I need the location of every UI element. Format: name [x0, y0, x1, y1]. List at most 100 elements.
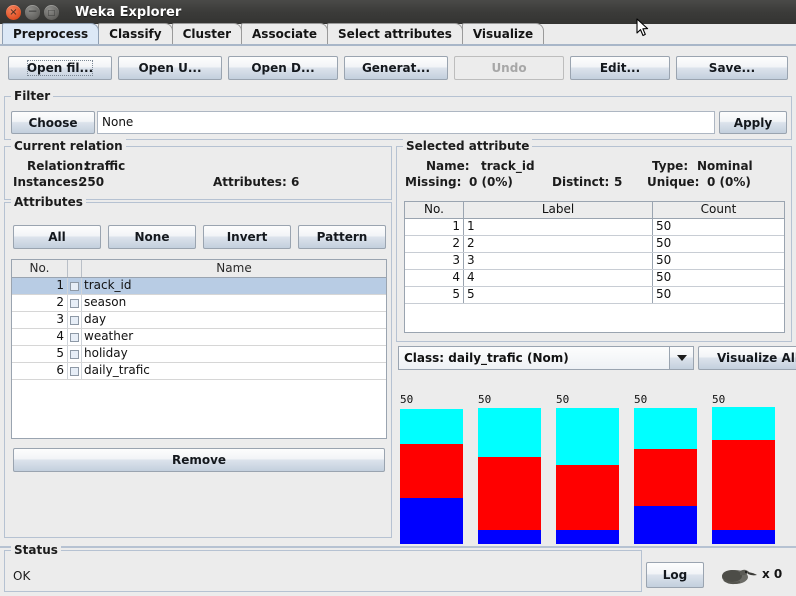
row-checkbox[interactable]	[68, 312, 82, 328]
generate-button[interactable]: Generat...	[344, 56, 448, 80]
status-legend: Status	[11, 543, 61, 557]
weka-bird-count: x 0	[762, 567, 783, 581]
tab-label: Visualize	[472, 27, 534, 41]
histogram-bar[interactable]: 50	[400, 394, 463, 544]
row-checkbox[interactable]	[68, 295, 82, 311]
instances-value: 250	[79, 175, 105, 189]
window-minimize-button[interactable]: −	[25, 3, 40, 20]
histogram-segment-class-cyan	[400, 409, 463, 444]
attribute-unique-value: 0 (0%)	[707, 175, 751, 189]
checkbox-icon	[70, 315, 79, 325]
row-number: 2	[405, 236, 464, 252]
table-row[interactable]: 1 1 50	[405, 219, 784, 236]
minimize-icon: −	[27, 3, 38, 18]
tab-classify[interactable]: Classify	[98, 23, 173, 44]
histogram-segment-class-blue	[556, 530, 619, 544]
row-attribute-name: season	[84, 295, 127, 309]
table-row[interactable]: 3 3 50	[405, 253, 784, 270]
status-text: OK	[13, 569, 31, 583]
visualize-all-button[interactable]: Visualize All	[698, 346, 796, 370]
row-label: 2	[464, 236, 653, 252]
window-close-button[interactable]: ×	[6, 4, 21, 20]
attributes-count-value: 6	[291, 175, 300, 189]
checkbox-icon	[70, 332, 79, 342]
histogram-bar[interactable]: 50	[634, 394, 697, 544]
selected-attribute-panel: Selected attribute Name: track_id Type: …	[396, 139, 792, 342]
table-row[interactable]: 4 weather	[12, 329, 386, 346]
mouse-cursor	[636, 18, 649, 37]
tab-cluster[interactable]: Cluster	[171, 23, 243, 44]
table-row[interactable]: 5 5 50	[405, 287, 784, 304]
row-count: 50	[656, 236, 672, 250]
attributes-panel: Attributes All None Invert Pattern No. N…	[4, 195, 392, 538]
edit-button[interactable]: Edit...	[570, 56, 670, 80]
button-label: Edit...	[599, 61, 641, 75]
row-checkbox[interactable]	[68, 278, 82, 294]
button-label: Remove	[171, 453, 227, 467]
filter-value-field[interactable]: None	[97, 111, 715, 134]
histogram-bar[interactable]: 50	[712, 394, 775, 544]
attribute-distinct-value: 5	[614, 175, 623, 189]
open-url-button[interactable]: Open U...	[118, 56, 222, 80]
save-button[interactable]: Save...	[676, 56, 788, 80]
select-invert-button[interactable]: Invert	[203, 225, 291, 249]
tab-visualize[interactable]: Visualize	[461, 23, 545, 44]
button-label: Log	[662, 568, 688, 582]
tab-label: Select attributes	[338, 27, 452, 41]
tab-associate[interactable]: Associate	[241, 23, 329, 44]
row-checkbox[interactable]	[68, 346, 82, 362]
class-combobox[interactable]: Class: daily_trafic (Nom)	[398, 346, 670, 370]
button-label: None	[134, 230, 170, 244]
tab-preprocess[interactable]: Preprocess	[2, 23, 100, 44]
row-number: 3	[405, 253, 464, 269]
histogram-bar[interactable]: 50	[478, 394, 541, 544]
filter-choose-button[interactable]: Choose	[11, 111, 95, 134]
button-label: Open fil...	[26, 61, 94, 75]
checkbox-icon	[70, 366, 79, 376]
filter-panel: Filter Choose None Apply	[4, 89, 792, 140]
relation-label: Relation:	[27, 159, 89, 173]
status-separator	[0, 546, 796, 548]
row-count: 50	[656, 219, 672, 233]
checkbox-icon	[70, 281, 79, 291]
row-attribute-name: holiday	[84, 346, 128, 360]
select-all-button[interactable]: All	[13, 225, 101, 249]
undo-button: Undo	[454, 56, 564, 80]
open-db-button[interactable]: Open D...	[228, 56, 338, 80]
tab-label: Preprocess	[13, 27, 89, 41]
row-checkbox[interactable]	[68, 363, 82, 379]
attribute-unique-label: Unique:	[647, 175, 700, 189]
histogram-bar[interactable]: 50	[556, 394, 619, 544]
table-row[interactable]: 2 season	[12, 295, 386, 312]
table-row[interactable]: 6 daily_trafic	[12, 363, 386, 380]
table-row[interactable]: 3 day	[12, 312, 386, 329]
button-label: Apply	[733, 115, 773, 130]
remove-attributes-button[interactable]: Remove	[13, 448, 385, 472]
label-count-header: No. Label Count	[405, 202, 784, 219]
histogram-segment-class-cyan	[634, 408, 697, 449]
histogram-bar-max-label: 50	[556, 393, 570, 406]
button-label: Generat...	[361, 61, 431, 75]
table-row[interactable]: 5 holiday	[12, 346, 386, 363]
label-count-table[interactable]: No. Label Count 1 1 50 2 2 50 3 3 50 4 4…	[404, 201, 785, 333]
row-number: 5	[405, 287, 464, 303]
attribute-histogram[interactable]: 50 50 50 50 50	[398, 380, 790, 546]
select-pattern-button[interactable]: Pattern	[298, 225, 386, 249]
table-row[interactable]: 4 4 50	[405, 270, 784, 287]
filter-apply-button[interactable]: Apply	[719, 111, 787, 134]
log-button[interactable]: Log	[646, 562, 704, 588]
weka-bird-icon	[722, 569, 757, 585]
table-row[interactable]: 1 track_id	[12, 278, 386, 295]
row-number: 4	[12, 329, 68, 345]
select-none-button[interactable]: None	[108, 225, 196, 249]
open-file-button[interactable]: Open fil...	[8, 56, 112, 80]
chevron-down-icon[interactable]	[670, 346, 694, 370]
tab-label: Classify	[109, 27, 162, 41]
row-attribute-name: day	[84, 312, 107, 326]
window-maximize-button[interactable]: □	[44, 4, 59, 20]
attributes-table[interactable]: No. Name 1 track_id 2 season 3 day 4 wea…	[11, 259, 387, 439]
row-label: 1	[464, 219, 653, 235]
tab-select-attributes[interactable]: Select attributes	[327, 23, 463, 44]
row-checkbox[interactable]	[68, 329, 82, 345]
table-row[interactable]: 2 2 50	[405, 236, 784, 253]
